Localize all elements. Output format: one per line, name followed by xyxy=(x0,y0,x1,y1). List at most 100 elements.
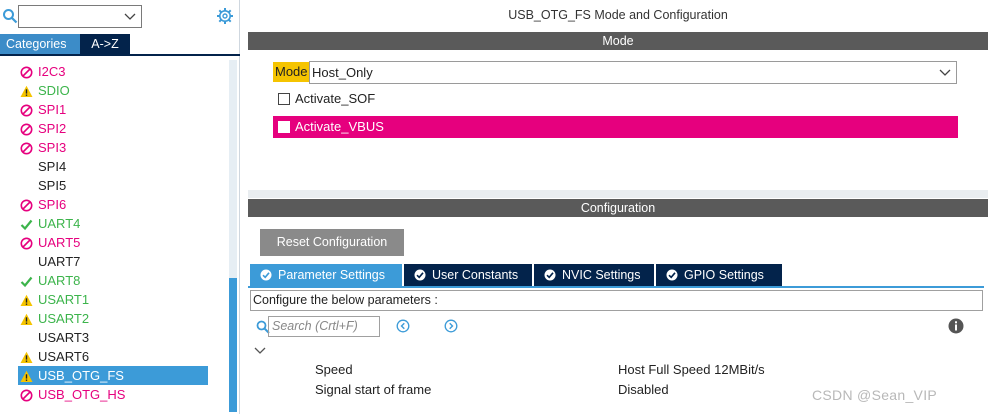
search-combo[interactable] xyxy=(18,5,142,28)
list-item-label: USART6 xyxy=(38,349,90,364)
categories-panel: Categories A->Z I2C3 SDIO SPI1 SPI2 SPI3 SPI4… xyxy=(0,0,240,414)
scrollbar-thumb[interactable] xyxy=(229,278,237,412)
tab-label: NVIC Settings xyxy=(562,268,641,282)
list-item-label: USB_OTG_HS xyxy=(38,387,126,402)
warning-icon xyxy=(20,312,33,325)
tab-label: User Constants xyxy=(432,268,519,282)
list-item[interactable]: SPI1 xyxy=(0,100,228,119)
warning-icon xyxy=(20,293,33,306)
param-value: Host Full Speed 12MBit/s xyxy=(618,362,765,377)
warning-icon xyxy=(20,369,33,382)
list-item[interactable]: USART2 xyxy=(0,309,228,328)
list-item[interactable]: SDIO xyxy=(0,81,228,100)
mode-select-value: Host_Only xyxy=(312,65,373,80)
disabled-icon xyxy=(20,141,33,155)
mode-select[interactable]: Host_Only xyxy=(309,61,957,84)
config-tabs: Parameter Settings User Constants NVIC S… xyxy=(250,264,984,286)
disabled-icon xyxy=(20,103,33,117)
list-item-label: SDIO xyxy=(38,83,70,98)
activate-sof-checkbox[interactable] xyxy=(278,93,290,105)
list-item[interactable]: SPI3 xyxy=(0,138,228,157)
tab-categories[interactable]: Categories xyxy=(0,34,80,54)
disabled-icon xyxy=(20,236,33,250)
check-circle-icon xyxy=(260,269,272,281)
info-icon[interactable] xyxy=(948,318,964,334)
list-item-label: USART3 xyxy=(38,330,90,345)
list-item-label: SPI6 xyxy=(38,197,67,212)
gear-icon[interactable] xyxy=(216,7,234,25)
chevron-down-icon[interactable] xyxy=(124,10,136,22)
list-item[interactable]: UART8 xyxy=(0,271,228,290)
list-item-label: USB_OTG_FS xyxy=(38,368,124,383)
check-icon xyxy=(20,217,33,231)
list-item[interactable]: SPI5 xyxy=(0,176,228,195)
list-item-label: I2C3 xyxy=(38,64,66,79)
param-row-speed[interactable]: Speed Host Full Speed 12MBit/s xyxy=(248,360,988,380)
parameter-search-input[interactable]: Search (Crtl+F) xyxy=(268,316,380,337)
disabled-icon xyxy=(20,198,33,212)
list-item[interactable]: SPI2 xyxy=(0,119,228,138)
activate-vbus-label: Activate_VBUS xyxy=(295,119,384,134)
panel-title: USB_OTG_FS Mode and Configuration xyxy=(508,8,728,22)
warning-icon xyxy=(20,350,33,363)
list-item[interactable]: UART5 xyxy=(0,233,228,252)
list-item[interactable]: USART1 xyxy=(0,290,228,309)
list-item-label: SPI4 xyxy=(38,159,67,174)
activate-sof-label: Activate_SOF xyxy=(295,91,376,106)
search-icon[interactable] xyxy=(2,8,18,24)
check-circle-icon xyxy=(414,269,426,281)
search-row xyxy=(0,4,240,30)
list-item-label: SPI3 xyxy=(38,140,67,155)
param-name: Speed xyxy=(315,362,353,377)
tab-user-constants[interactable]: User Constants xyxy=(404,264,532,286)
reset-configuration-button[interactable]: Reset Configuration xyxy=(260,229,404,256)
list-item[interactable]: SPI6 xyxy=(0,195,228,214)
list-item[interactable]: SPI4 xyxy=(0,157,228,176)
list-item[interactable]: USART3 xyxy=(0,328,228,347)
param-name: Signal start of frame xyxy=(315,382,432,397)
activate-vbus-row[interactable]: Activate_VBUS xyxy=(273,116,958,138)
list-item-label: SPI2 xyxy=(38,121,67,136)
mode-header: Mode xyxy=(248,32,988,50)
chevron-left-circle-icon[interactable] xyxy=(396,319,410,333)
list-item-label: UART8 xyxy=(38,273,81,288)
list-item-label: USART1 xyxy=(38,292,90,307)
scrollbar[interactable] xyxy=(229,60,237,412)
list-item[interactable]: UART4 xyxy=(0,214,228,233)
watermark: CSDN @Sean_VIP xyxy=(812,387,938,403)
list-item[interactable]: USB_OTG_HS xyxy=(0,385,228,404)
disabled-icon xyxy=(20,122,33,136)
list-item-label: UART7 xyxy=(38,254,81,269)
list-item[interactable]: USART6 xyxy=(0,347,228,366)
check-circle-icon xyxy=(544,269,556,281)
list-item-label: UART5 xyxy=(38,235,81,250)
disabled-icon xyxy=(20,65,33,79)
disabled-icon xyxy=(20,388,33,402)
list-item[interactable]: UART7 xyxy=(0,252,228,271)
check-circle-icon xyxy=(666,269,678,281)
list-item-label: SPI5 xyxy=(38,178,67,193)
list-item[interactable]: USB_OTG_FS xyxy=(18,366,208,385)
list-item-label: UART4 xyxy=(38,216,81,231)
config-panel: USB_OTG_FS Mode and Configuration Mode M… xyxy=(248,0,995,414)
activate-vbus-checkbox[interactable] xyxy=(278,121,290,133)
tab-label: GPIO Settings xyxy=(684,268,764,282)
chevron-right-circle-icon[interactable] xyxy=(444,319,458,333)
tab-a-z[interactable]: A->Z xyxy=(80,34,130,54)
mode-label: Mode xyxy=(273,62,310,82)
tab-parameter-settings[interactable]: Parameter Settings xyxy=(250,264,402,286)
warning-icon xyxy=(20,84,33,97)
tab-nvic-settings[interactable]: NVIC Settings xyxy=(534,264,654,286)
section-divider xyxy=(248,190,988,198)
chevron-down-icon[interactable] xyxy=(939,66,951,78)
list-item[interactable]: I2C3 xyxy=(0,62,228,81)
chevron-down-icon[interactable] xyxy=(254,344,266,356)
list-item-label: USART2 xyxy=(38,311,90,326)
configuration-header: Configuration xyxy=(248,199,988,217)
tab-gpio-settings[interactable]: GPIO Settings xyxy=(656,264,782,286)
check-icon xyxy=(20,274,33,288)
list-item-label: SPI1 xyxy=(38,102,67,117)
configure-parameters-label: Configure the below parameters : xyxy=(250,290,983,311)
activate-sof-row[interactable]: Activate_SOF xyxy=(273,88,573,110)
tab-label: Parameter Settings xyxy=(278,268,385,282)
